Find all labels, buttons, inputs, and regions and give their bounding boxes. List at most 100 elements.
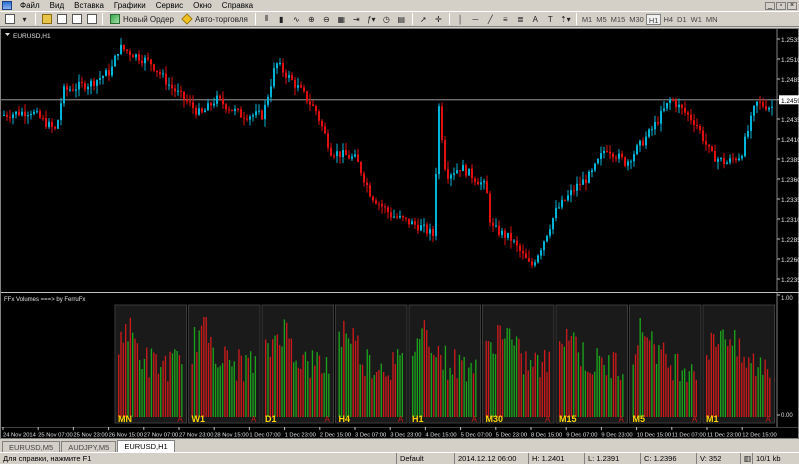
close-icon[interactable]: × bbox=[787, 1, 797, 10]
volume-bar bbox=[366, 349, 368, 417]
timeframe-mn[interactable]: MN bbox=[704, 14, 720, 25]
dropdown-button[interactable]: ▾ bbox=[18, 13, 31, 26]
crosshair-button[interactable]: ✛ bbox=[432, 13, 445, 26]
text-button[interactable]: A bbox=[529, 13, 542, 26]
timeframe-m1[interactable]: M1 bbox=[580, 14, 594, 25]
candle-body bbox=[741, 156, 743, 159]
candle-body bbox=[102, 76, 104, 79]
menu-charts[interactable]: Графики bbox=[109, 0, 151, 11]
candle-body bbox=[219, 95, 221, 99]
menu-window[interactable]: Окно bbox=[188, 0, 217, 11]
volume-bar bbox=[472, 373, 475, 417]
candle-body bbox=[381, 203, 383, 207]
candle-body bbox=[15, 111, 17, 115]
zoom-out-button[interactable]: ⊖ bbox=[320, 13, 333, 26]
timeframe-m15[interactable]: M15 bbox=[609, 14, 628, 25]
candle-body bbox=[654, 122, 656, 130]
chart-tabs: EURUSD,M5 AUDJPY,M5 EURUSD,H1 bbox=[0, 439, 799, 452]
arrows-button[interactable]: ⇡▾ bbox=[559, 13, 572, 26]
time-tick-label: 10 Dec 15:00 bbox=[637, 433, 671, 439]
volume-bar bbox=[442, 369, 444, 417]
bar-chart-button[interactable]: ⫴ bbox=[260, 13, 273, 26]
volume-bar bbox=[504, 338, 506, 417]
chart-shift-button[interactable]: ⇥ bbox=[350, 13, 363, 26]
volume-bar bbox=[146, 347, 148, 417]
menu-view[interactable]: Вид bbox=[45, 0, 69, 11]
volume-bar bbox=[662, 342, 665, 417]
channel-button[interactable]: ≡ bbox=[499, 13, 512, 26]
candle-body bbox=[519, 245, 521, 252]
volume-panel-label: M30 bbox=[486, 414, 504, 424]
ffx-volumes-indicator[interactable]: FFx Volumes ===> by FerruFx 1.000.00MN A W1… bbox=[1, 292, 799, 427]
volume-panel-label: M15 bbox=[559, 414, 577, 424]
volume-bar bbox=[419, 339, 421, 417]
timeframe-m5[interactable]: M5 bbox=[594, 14, 608, 25]
volume-bar bbox=[210, 336, 212, 417]
periods-button[interactable]: ◷ bbox=[380, 13, 393, 26]
volume-bar bbox=[522, 374, 525, 417]
indicators-button[interactable]: ƒ▾ bbox=[365, 13, 378, 26]
templates-button[interactable]: ▤ bbox=[395, 13, 408, 26]
volume-bar bbox=[288, 338, 290, 417]
menu-insert[interactable]: Вставка bbox=[69, 0, 109, 11]
timeframe-w1[interactable]: W1 bbox=[689, 14, 704, 25]
line-chart-button[interactable]: ∿ bbox=[290, 13, 303, 26]
candle-body bbox=[573, 190, 575, 192]
volume-panel-label: H1 bbox=[412, 414, 424, 424]
timeframe-d1[interactable]: D1 bbox=[675, 14, 689, 25]
candle-body bbox=[324, 126, 326, 134]
candle-body bbox=[525, 253, 527, 259]
cursor-button[interactable]: ➚ bbox=[417, 13, 430, 26]
volume-bar bbox=[651, 331, 653, 417]
tab-eurusd-m5[interactable]: EURUSD,M5 bbox=[2, 441, 61, 452]
auto-trading-button[interactable]: Авто-торговля bbox=[179, 13, 251, 26]
horizontal-line-button[interactable]: ─ bbox=[469, 13, 482, 26]
volume-bar bbox=[741, 362, 743, 417]
minimize-icon[interactable]: _ bbox=[765, 1, 775, 10]
fibonacci-button[interactable]: ≣ bbox=[514, 13, 527, 26]
candle-body bbox=[771, 106, 773, 108]
volume-panel-marker: A bbox=[545, 415, 551, 424]
new-order-label: Новый Ордер bbox=[123, 14, 174, 24]
open-folder-button[interactable] bbox=[40, 13, 53, 26]
tile-windows-button[interactable]: ▦ bbox=[335, 13, 348, 26]
volume-bar bbox=[423, 320, 426, 417]
candle-body bbox=[576, 183, 578, 191]
volume-bar bbox=[414, 351, 416, 417]
status-volume: V: 352 bbox=[696, 453, 740, 464]
menu-file[interactable]: Файл bbox=[15, 0, 45, 11]
candlestick-button[interactable]: ▮ bbox=[275, 13, 288, 26]
tab-audjpy-m5[interactable]: AUDJPY,M5 bbox=[61, 441, 117, 452]
candle-body bbox=[618, 153, 620, 159]
restore-icon[interactable]: ▫ bbox=[776, 1, 786, 10]
trendline-button[interactable]: ╱ bbox=[484, 13, 497, 26]
volume-bar bbox=[589, 372, 591, 417]
candle-body bbox=[330, 147, 332, 156]
time-tick-label: 1 Dec 23:00 bbox=[285, 433, 316, 439]
vertical-line-button[interactable]: │ bbox=[454, 13, 467, 26]
candle-body bbox=[630, 161, 632, 163]
volume-bar bbox=[399, 355, 401, 417]
label-button[interactable]: T bbox=[544, 13, 557, 26]
new-order-button[interactable]: Новый Ордер bbox=[107, 13, 177, 26]
volume-bar bbox=[392, 352, 394, 417]
navigator-button[interactable] bbox=[85, 13, 98, 26]
timeframe-h4[interactable]: H4 bbox=[661, 14, 675, 25]
new-chart-button[interactable] bbox=[3, 13, 16, 26]
volume-bar bbox=[541, 361, 543, 417]
market-watch-button[interactable] bbox=[70, 13, 83, 26]
profiles-button[interactable] bbox=[55, 13, 68, 26]
price-chart[interactable]: 1.2535 1.2510 1.2485 1.2459 1.2435 1.2410 1.23… bbox=[1, 29, 799, 291]
candle-body bbox=[174, 88, 176, 92]
timeframe-m30[interactable]: M30 bbox=[627, 14, 646, 25]
volume-bar bbox=[729, 339, 731, 417]
volume-bar bbox=[385, 376, 387, 417]
candle-body bbox=[246, 118, 248, 120]
timeframe-h1[interactable]: H1 bbox=[645, 13, 662, 25]
chart-window[interactable]: 1.2535 1.2510 1.2485 1.2459 1.2435 1.2410 1.23… bbox=[0, 28, 799, 439]
menu-help[interactable]: Справка bbox=[217, 0, 258, 11]
zoom-in-button[interactable]: ⊕ bbox=[305, 13, 318, 26]
tab-eurusd-h1[interactable]: EURUSD,H1 bbox=[117, 440, 175, 452]
menu-tools[interactable]: Сервис bbox=[151, 0, 188, 11]
candle-body bbox=[636, 145, 638, 155]
